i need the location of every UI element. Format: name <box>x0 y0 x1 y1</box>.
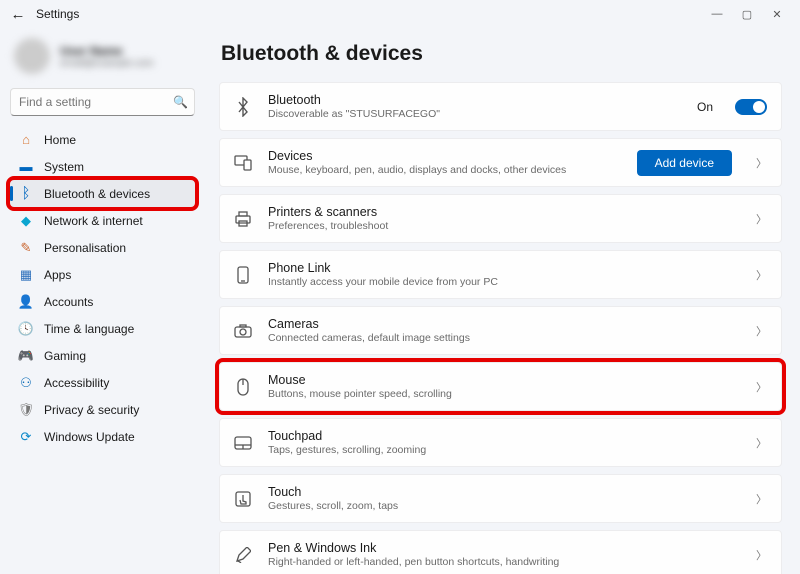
card-sub: Mouse, keyboard, pen, audio, displays an… <box>268 164 623 176</box>
card-sub: Buttons, mouse pointer speed, scrolling <box>268 388 742 400</box>
camera-icon <box>232 324 254 338</box>
card-cameras[interactable]: Cameras Connected cameras, default image… <box>219 306 782 355</box>
sidebar-item-label: Bluetooth & devices <box>44 187 150 201</box>
sidebar-item-gaming[interactable]: 🎮 Gaming <box>10 342 195 369</box>
sidebar-item-accessibility[interactable]: ⚇ Accessibility <box>10 369 195 396</box>
card-mouse[interactable]: Mouse Buttons, mouse pointer speed, scro… <box>219 362 782 411</box>
printer-icon <box>232 211 254 227</box>
accounts-icon: 👤 <box>18 294 34 310</box>
search-icon: 🔍 <box>173 95 188 109</box>
card-title: Bluetooth <box>268 93 683 107</box>
sidebar-item-label: System <box>44 160 84 174</box>
bluetooth-toggle[interactable] <box>735 99 767 115</box>
card-sub: Discoverable as "STUSURFACEGO" <box>268 108 683 120</box>
chevron-right-icon: 〉 <box>756 379 767 395</box>
window-title: Settings <box>36 7 79 21</box>
avatar <box>14 38 50 74</box>
mouse-icon <box>232 378 254 396</box>
sidebar-item-time[interactable]: 🕓 Time & language <box>10 315 195 342</box>
sidebar-item-label: Apps <box>44 268 71 282</box>
sidebar-item-label: Privacy & security <box>44 403 139 417</box>
chevron-right-icon: 〉 <box>756 323 767 339</box>
titlebar: ← Settings ― ▢ ✕ <box>0 0 800 28</box>
card-touch[interactable]: Touch Gestures, scroll, zoom, taps 〉 <box>219 474 782 523</box>
card-touchpad[interactable]: Touchpad Taps, gestures, scrolling, zoom… <box>219 418 782 467</box>
close-button[interactable]: ✕ <box>762 4 792 24</box>
chevron-right-icon: 〉 <box>756 435 767 451</box>
chevron-right-icon: 〉 <box>756 211 767 227</box>
bluetooth-icon: ᛒ <box>18 185 34 202</box>
sidebar-item-label: Gaming <box>44 349 86 363</box>
chevron-right-icon: 〉 <box>756 267 767 283</box>
sidebar: User Name email@example.com 🔍 ⌂ Home ▬ Sys… <box>0 28 205 574</box>
card-title: Touch <box>268 485 742 499</box>
profile-email: email@example.com <box>60 58 154 69</box>
apps-icon: ▦ <box>18 267 34 283</box>
bluetooth-icon <box>232 97 254 117</box>
sidebar-item-system[interactable]: ▬ System <box>10 153 195 180</box>
sidebar-item-bluetooth[interactable]: ᛒ Bluetooth & devices <box>10 180 195 207</box>
card-phone-link[interactable]: Phone Link Instantly access your mobile … <box>219 250 782 299</box>
chevron-right-icon: 〉 <box>756 547 767 563</box>
card-title: Touchpad <box>268 429 742 443</box>
back-button[interactable]: ← <box>8 4 28 24</box>
sidebar-item-label: Network & internet <box>44 214 143 228</box>
profile-name: User Name <box>60 44 154 58</box>
sidebar-item-label: Home <box>44 133 76 147</box>
sidebar-item-label: Time & language <box>44 322 134 336</box>
card-title: Devices <box>268 149 623 163</box>
add-device-button[interactable]: Add device <box>637 150 732 176</box>
toggle-label: On <box>697 100 713 114</box>
sidebar-item-label: Windows Update <box>44 430 135 444</box>
accessibility-icon: ⚇ <box>18 375 34 391</box>
minimize-button[interactable]: ― <box>702 4 732 24</box>
page-title: Bluetooth & devices <box>221 42 782 66</box>
pen-icon <box>232 547 254 563</box>
sidebar-item-home[interactable]: ⌂ Home <box>10 126 195 153</box>
search-input[interactable] <box>10 88 195 116</box>
card-sub: Right-handed or left-handed, pen button … <box>268 556 742 568</box>
card-sub: Connected cameras, default image setting… <box>268 332 742 344</box>
card-sub: Instantly access your mobile device from… <box>268 276 742 288</box>
chevron-right-icon: 〉 <box>756 491 767 507</box>
card-sub: Gestures, scroll, zoom, taps <box>268 500 742 512</box>
maximize-button[interactable]: ▢ <box>732 4 762 24</box>
phone-icon <box>232 266 254 284</box>
card-title: Printers & scanners <box>268 205 742 219</box>
sidebar-item-accounts[interactable]: 👤 Accounts <box>10 288 195 315</box>
sidebar-item-personalisation[interactable]: ✎ Personalisation <box>10 234 195 261</box>
card-devices[interactable]: Devices Mouse, keyboard, pen, audio, dis… <box>219 138 782 187</box>
home-icon: ⌂ <box>18 132 34 147</box>
card-title: Phone Link <box>268 261 742 275</box>
card-printers[interactable]: Printers & scanners Preferences, trouble… <box>219 194 782 243</box>
network-icon: ◆ <box>18 213 34 229</box>
privacy-icon: 🛡 <box>18 402 34 418</box>
chevron-right-icon: 〉 <box>756 155 767 171</box>
touch-icon <box>232 491 254 507</box>
sidebar-item-apps[interactable]: ▦ Apps <box>10 261 195 288</box>
card-title: Pen & Windows Ink <box>268 541 742 555</box>
sidebar-item-label: Personalisation <box>44 241 126 255</box>
sidebar-item-network[interactable]: ◆ Network & internet <box>10 207 195 234</box>
personalisation-icon: ✎ <box>18 240 34 256</box>
card-pen[interactable]: Pen & Windows Ink Right-handed or left-h… <box>219 530 782 574</box>
system-icon: ▬ <box>18 159 34 174</box>
sidebar-item-update[interactable]: ⟳ Windows Update <box>10 423 195 450</box>
touchpad-icon <box>232 436 254 450</box>
sidebar-item-label: Accounts <box>44 295 93 309</box>
card-title: Cameras <box>268 317 742 331</box>
sidebar-item-privacy[interactable]: 🛡 Privacy & security <box>10 396 195 423</box>
sidebar-item-label: Accessibility <box>44 376 109 390</box>
card-sub: Taps, gestures, scrolling, zooming <box>268 444 742 456</box>
card-title: Mouse <box>268 373 742 387</box>
profile-block[interactable]: User Name email@example.com <box>10 34 195 84</box>
card-sub: Preferences, troubleshoot <box>268 220 742 232</box>
time-icon: 🕓 <box>18 321 34 337</box>
devices-icon <box>232 155 254 171</box>
gaming-icon: 🎮 <box>18 348 34 364</box>
main-content: Bluetooth & devices Bluetooth Discoverab… <box>205 28 800 574</box>
card-bluetooth[interactable]: Bluetooth Discoverable as "STUSURFACEGO"… <box>219 82 782 131</box>
update-icon: ⟳ <box>18 429 34 445</box>
